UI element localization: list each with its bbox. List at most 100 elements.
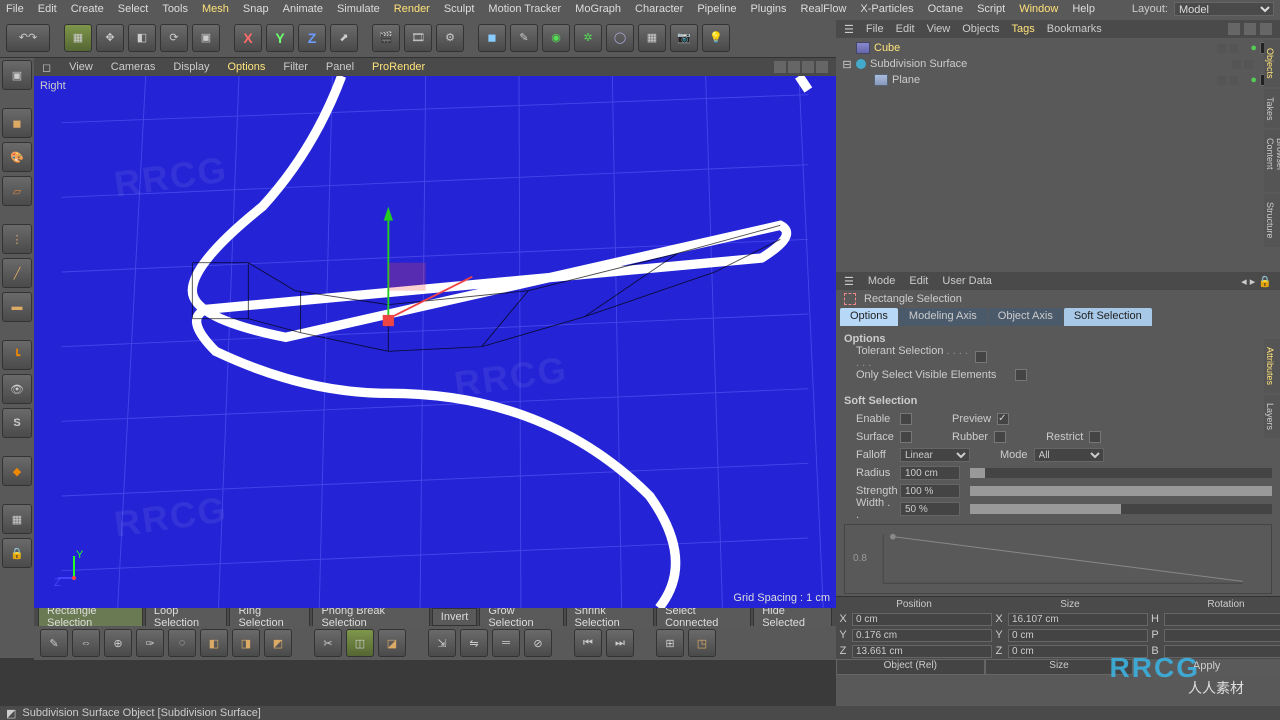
objmgr-objects[interactable]: Objects [962,23,999,35]
layout-dropdown[interactable]: Model [1174,2,1274,16]
menu-edit[interactable]: Edit [38,3,57,15]
attr-icon[interactable]: ☰ [844,275,854,288]
mt-extrudeinner-icon[interactable]: ◪ [378,629,406,657]
sidetab-attributes[interactable]: Attributes [1264,339,1280,393]
snap-btn-icon[interactable]: S [2,408,32,438]
environment-icon[interactable]: ▦ [638,24,666,52]
attr-nav-back-icon[interactable]: ◂ [1241,276,1247,288]
slider-strength[interactable] [970,486,1272,496]
mt-extrude-icon[interactable]: ◫ [346,629,374,657]
vp-options[interactable]: Options [228,61,266,73]
object-hierarchy[interactable]: Cube ● ⊟ Subdivision Surface ● Plane ● [836,38,1280,88]
mt-closeholes-icon[interactable]: ◌ [168,629,196,657]
objmgr-eye-icon[interactable] [1244,23,1256,35]
camera-icon[interactable]: 📷 [670,24,698,52]
mt-collapse-icon[interactable]: ◩ [264,629,292,657]
menu-tools[interactable]: Tools [162,3,188,15]
deformer-icon[interactable]: ◯ [606,24,634,52]
mt-align-icon[interactable]: ⇲ [428,629,456,657]
mt-connect-icon[interactable]: ◧ [200,629,228,657]
tab-modeling-axis[interactable]: Modeling Axis [899,308,987,326]
menu-file[interactable]: File [6,3,24,15]
falloff-graph[interactable]: 0.8 [844,524,1272,594]
mt-flatten-icon[interactable]: ═ [492,629,520,657]
pos-z[interactable] [852,645,992,658]
rotate-icon[interactable]: ⟳ [160,24,188,52]
scale-icon[interactable]: ◧ [128,24,156,52]
objmgr-search-icon[interactable] [1228,23,1240,35]
move-icon[interactable]: ✥ [96,24,124,52]
vp-view[interactable]: View [69,61,93,73]
slider-radius[interactable] [970,468,1272,478]
live-select-icon[interactable]: ▦ [64,24,92,52]
axis-z-icon[interactable]: Z [298,24,326,52]
attr-nav-fwd-icon[interactable]: ▸ [1250,276,1256,288]
mt-prev-icon[interactable]: ⏮ [574,629,602,657]
menu-help[interactable]: Help [1072,3,1095,15]
mt-dup-icon[interactable]: ◨ [232,629,260,657]
obj-name[interactable]: Plane [892,74,920,86]
menu-sculpt[interactable]: Sculpt [444,3,475,15]
coord-space-dropdown[interactable]: Object (Rel) [836,659,985,675]
input-strength[interactable] [900,484,960,498]
sidetab-objects[interactable]: Objects [1264,40,1280,87]
obj-name[interactable]: Cube [874,42,900,54]
objmgr-bookmarks[interactable]: Bookmarks [1047,23,1102,35]
lasttool-icon[interactable]: ▣ [192,24,220,52]
mt-next-icon[interactable]: ⏭ [606,629,634,657]
viewport[interactable]: Right Grid Spacing : 1 cm Y Z RRCG RRCG … [34,76,836,608]
make-editable-icon[interactable]: ▣ [2,60,32,90]
vp-orbit-icon[interactable] [802,61,814,73]
menu-mograph[interactable]: MoGraph [575,3,621,15]
size-z[interactable] [1008,645,1148,658]
objmgr-file[interactable]: File [866,23,884,35]
combo-mode[interactable]: All [1034,448,1104,462]
light-icon[interactable]: 💡 [702,24,730,52]
hierarchy-row-plane[interactable]: Plane ● [836,72,1280,88]
coord-size-dropdown[interactable]: Size [985,659,1134,675]
menu-motiontracker[interactable]: Motion Tracker [488,3,561,15]
menu-select[interactable]: Select [118,3,149,15]
combo-falloff[interactable]: Linear [900,448,970,462]
axis-x-icon[interactable]: X [234,24,262,52]
mt-array-icon[interactable]: ⊞ [656,629,684,657]
menu-realflow[interactable]: RealFlow [801,3,847,15]
planar-wp-icon[interactable]: 🔒 [2,538,32,568]
menu-xparticles[interactable]: X-Particles [860,3,913,15]
chk-enable[interactable] [900,413,912,425]
workplane-icon[interactable]: ▱ [2,176,32,206]
chk-rubber[interactable] [994,431,1006,443]
attr-mode[interactable]: Mode [868,275,896,287]
menu-render[interactable]: Render [394,3,430,15]
menu-pipeline[interactable]: Pipeline [697,3,736,15]
tab-soft-selection[interactable]: Soft Selection [1064,308,1152,326]
axis-y-icon[interactable]: Y [266,24,294,52]
points-mode-icon[interactable]: ⋮ [2,224,32,254]
chk-restrict[interactable] [1089,431,1101,443]
chk-visible[interactable] [1015,369,1027,381]
rot-p[interactable] [1164,629,1280,642]
hierarchy-row-sds[interactable]: ⊟ Subdivision Surface ● [836,56,1280,72]
menu-simulate[interactable]: Simulate [337,3,380,15]
vp-prorender[interactable]: ProRender [372,61,425,73]
objmgr-icon[interactable]: ☰ [844,23,854,36]
axis-mode-icon[interactable]: ┗ [2,340,32,370]
subdiv-icon[interactable]: ◉ [542,24,570,52]
hierarchy-row-cube[interactable]: Cube ● [836,40,1280,56]
menu-character[interactable]: Character [635,3,683,15]
coord-system-icon[interactable]: ⬈ [330,24,358,52]
mt-knife-icon[interactable]: ✂ [314,629,342,657]
chk-preview[interactable] [997,413,1009,425]
chk-surface[interactable] [900,431,912,443]
mt-bridge-icon[interactable]: ⇔ [72,629,100,657]
objmgr-flat-icon[interactable] [1260,23,1272,35]
sidetab-content[interactable]: Content Browser [1264,130,1280,192]
vp-pan-icon[interactable] [774,61,786,73]
obj-name[interactable]: Subdivision Surface [870,58,967,70]
workplane-btn-icon[interactable]: ◆ [2,456,32,486]
viewport-solo-icon[interactable]: 👁 [2,374,32,404]
pos-x[interactable] [852,613,992,626]
objmgr-tags[interactable]: Tags [1012,23,1035,35]
attr-userdata[interactable]: User Data [942,275,992,287]
sidetab-layers[interactable]: Layers [1264,395,1280,438]
